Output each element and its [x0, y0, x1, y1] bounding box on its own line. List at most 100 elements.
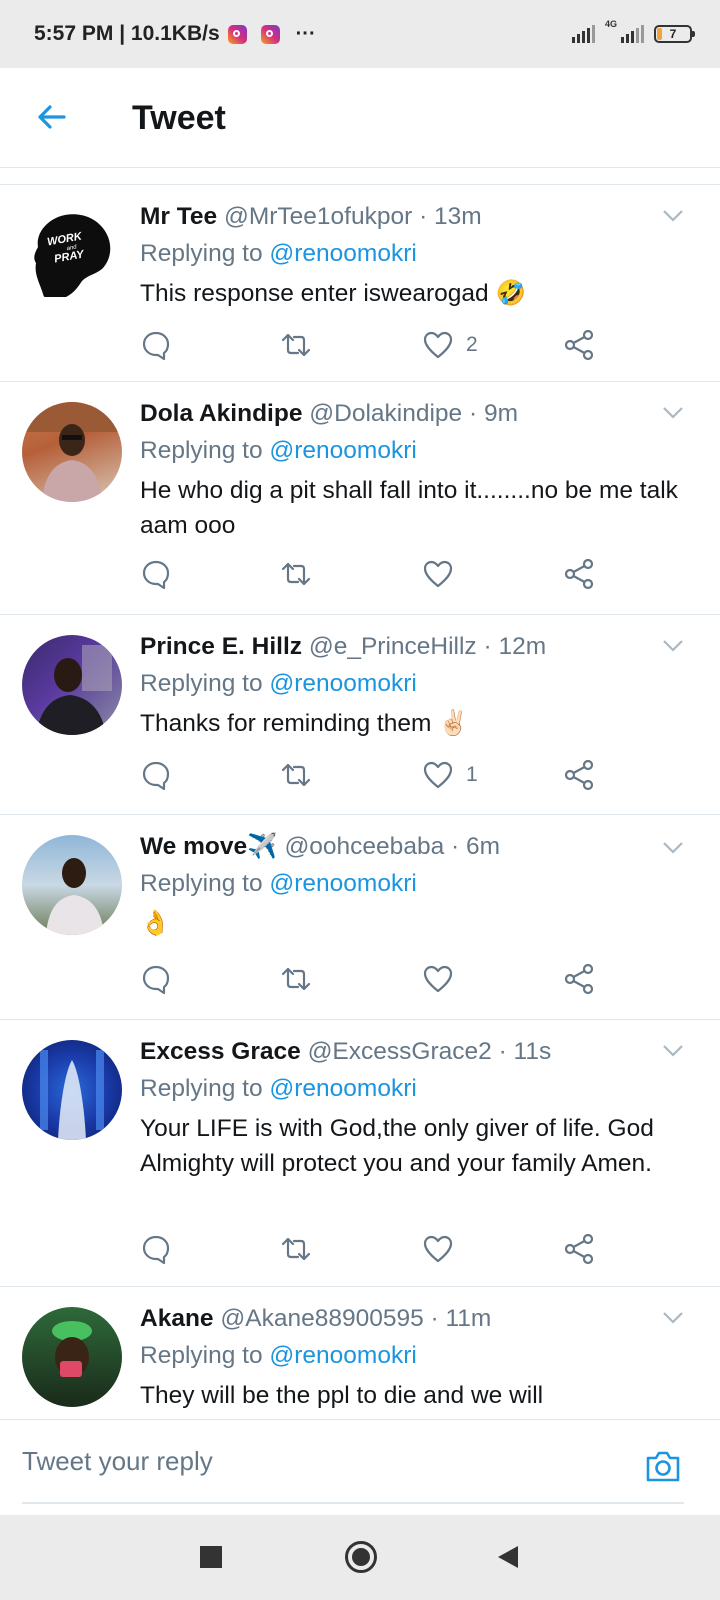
mention-link[interactable]: @renoomokri — [269, 1075, 416, 1102]
display-name[interactable]: Dola Akindipe — [140, 400, 302, 427]
avatar[interactable] — [22, 402, 122, 502]
share-button[interactable] — [564, 759, 596, 791]
chevron-down-icon[interactable] — [662, 1311, 684, 1325]
avatar-photo — [40, 1050, 104, 1140]
tweet-item[interactable]: Dola Akindipe @Dolakindipe · 9m Replying… — [0, 382, 720, 615]
tweet-text: They will be the ppl to die and we will — [140, 1382, 544, 1409]
tweet-actions — [140, 963, 610, 999]
avatar[interactable] — [22, 835, 122, 935]
tweet-item[interactable]: Prince E. Hillz @e_PrinceHillz · 12m Rep… — [0, 615, 720, 815]
heart-icon — [423, 560, 453, 588]
share-icon — [564, 558, 594, 590]
retweet-button[interactable] — [280, 329, 312, 361]
mention-link[interactable]: @renoomokri — [269, 870, 416, 897]
mention-link[interactable]: @renoomokri — [269, 240, 416, 267]
display-name[interactable]: Excess Grace — [140, 1038, 301, 1065]
display-name[interactable]: Mr Tee — [140, 203, 217, 230]
mention-link[interactable]: @renoomokri — [269, 1342, 416, 1369]
replying-prefix: Replying to — [140, 1075, 263, 1102]
replying-prefix: Replying to — [140, 670, 263, 697]
heart-icon — [423, 965, 453, 993]
like-button[interactable] — [422, 558, 466, 590]
reply-button[interactable] — [140, 963, 172, 995]
tweet-header: Prince E. Hillz @e_PrinceHillz · 12m — [140, 631, 680, 663]
page-title: Tweet — [132, 99, 226, 137]
retweet-button[interactable] — [280, 759, 312, 791]
replying-prefix: Replying to — [140, 1342, 263, 1369]
instagram-notification-icon — [227, 24, 247, 44]
battery-icon: 7 — [654, 25, 695, 43]
avatar-photo — [22, 402, 122, 502]
signal-icon-2 — [621, 25, 644, 43]
reply-button[interactable] — [140, 329, 172, 361]
handle[interactable]: @MrTee1ofukpor — [224, 203, 412, 230]
reply-button[interactable] — [140, 1233, 172, 1265]
handle[interactable]: @ExcessGrace2 — [308, 1038, 492, 1065]
tweet-item[interactable]: We move✈️ @oohceebaba · 6m Replying to @… — [0, 815, 720, 1020]
reply-button[interactable] — [140, 759, 172, 791]
chevron-down-icon[interactable] — [662, 841, 684, 855]
replying-to: Replying to @renoomokri — [140, 867, 680, 901]
chevron-down-icon[interactable] — [662, 209, 684, 223]
share-button[interactable] — [564, 329, 596, 361]
tweet-header: Akane @Akane88900595 · 11m — [140, 1303, 680, 1335]
chevron-down-icon[interactable] — [662, 406, 684, 420]
avatar-photo — [52, 1321, 92, 1377]
mention-link[interactable]: @renoomokri — [269, 670, 416, 697]
status-left: 5:57 PM | 10.1KB/s ··· — [34, 22, 316, 46]
comment-icon — [142, 1235, 170, 1265]
like-button[interactable] — [422, 963, 466, 995]
like-button[interactable]: 2 — [422, 329, 478, 361]
work-and-pray-logo: WORK and PRAY — [34, 214, 111, 297]
display-name[interactable]: We move✈️ — [140, 833, 278, 860]
like-count: 1 — [466, 763, 478, 786]
heart-icon — [423, 761, 453, 789]
recents-button[interactable] — [200, 1546, 222, 1568]
signal-icon — [571, 25, 595, 43]
share-button[interactable] — [564, 558, 596, 590]
tweet-text: He who dig a pit shall fall into it.....… — [140, 477, 678, 539]
share-button[interactable] — [564, 1233, 596, 1265]
avatar[interactable]: WORK and PRAY — [22, 205, 122, 305]
app-header: Tweet — [0, 68, 720, 168]
back-arrow-icon[interactable] — [34, 99, 70, 135]
camera-icon[interactable] — [644, 1448, 682, 1484]
retweet-button[interactable] — [280, 1233, 312, 1265]
mention-link[interactable]: @renoomokri — [269, 437, 416, 464]
reply-composer: Tweet your reply — [0, 1419, 720, 1515]
handle[interactable]: @e_PrinceHillz — [309, 633, 477, 660]
tweet-item[interactable]: WORK and PRAY Mr Tee @MrTee1ofukpor · 13… — [0, 185, 720, 382]
avatar-photo — [36, 645, 112, 735]
battery-level: 7 — [669, 27, 677, 41]
avatar[interactable] — [22, 1040, 122, 1140]
avatar[interactable] — [22, 635, 122, 735]
home-button[interactable] — [344, 1540, 378, 1574]
tweet-actions — [140, 1233, 610, 1269]
handle[interactable]: @Akane88900595 — [220, 1305, 423, 1332]
tweet-item[interactable]: Akane @Akane88900595 · 11m Replying to @… — [0, 1287, 720, 1419]
replying-to: Replying to @renoomokri — [140, 1072, 680, 1106]
chevron-down-icon[interactable] — [662, 1044, 684, 1058]
share-icon — [564, 329, 594, 361]
reply-button[interactable] — [140, 558, 172, 590]
like-button[interactable]: 1 — [422, 759, 478, 791]
like-button[interactable] — [422, 1233, 466, 1265]
like-count: 2 — [466, 333, 478, 356]
reply-input[interactable]: Tweet your reply — [22, 1446, 213, 1477]
chevron-down-icon[interactable] — [662, 639, 684, 653]
replying-to: Replying to @renoomokri — [140, 237, 680, 271]
avatar[interactable] — [22, 1307, 122, 1407]
tweet-item[interactable]: Excess Grace @ExcessGrace2 · 11s Replyin… — [0, 1020, 720, 1287]
retweet-button[interactable] — [280, 963, 312, 995]
replies-feed[interactable]: WORK and PRAY Mr Tee @MrTee1ofukpor · 13… — [0, 185, 720, 1419]
display-name[interactable]: Akane — [140, 1305, 214, 1332]
timestamp: · 9m — [468, 400, 518, 427]
avatar-photo — [46, 858, 104, 935]
back-button[interactable] — [496, 1544, 520, 1570]
handle[interactable]: @oohceebaba — [284, 833, 444, 860]
share-button[interactable] — [564, 963, 596, 995]
retweet-button[interactable] — [280, 558, 312, 590]
handle[interactable]: @Dolakindipe — [309, 400, 462, 427]
display-name[interactable]: Prince E. Hillz — [140, 633, 302, 660]
replying-prefix: Replying to — [140, 240, 263, 267]
